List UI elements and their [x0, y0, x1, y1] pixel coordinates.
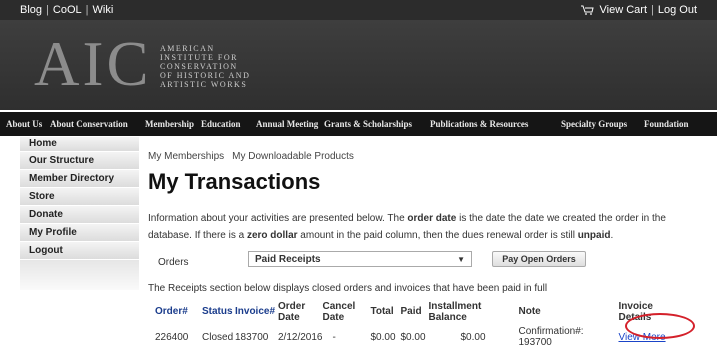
- orders-select-value: Paid Receipts: [255, 254, 321, 265]
- cell-order-number: 226400: [155, 331, 189, 343]
- cell-total: $0.00: [370, 331, 396, 343]
- col-order-date: Order Date: [278, 300, 306, 323]
- highlight-ellipse: [625, 313, 695, 339]
- col-status[interactable]: Status: [202, 297, 235, 326]
- nav-annual-meeting[interactable]: Annual Meeting: [256, 119, 318, 129]
- sidebar-item-my-profile[interactable]: My Profile: [20, 224, 139, 242]
- tab-my-memberships[interactable]: My Memberships: [148, 151, 224, 162]
- utility-links: Blog | CoOL | Wiki: [20, 4, 113, 16]
- table-header-row: Order# Status Invoice# Order Date Cancel…: [148, 297, 674, 326]
- header-banner: AIC AMERICAN INSTITUTE FOR CONSERVATION …: [0, 20, 717, 110]
- cell-cancel-date: -: [332, 331, 336, 343]
- cell-order-date: 2/12/2016: [278, 331, 323, 343]
- col-installment-balance: Installment Balance: [428, 300, 482, 323]
- nav-about-conservation[interactable]: About Conservation: [50, 119, 128, 129]
- sidebar: Home Our Structure Member Directory Stor…: [20, 137, 139, 290]
- logout-link[interactable]: Log Out: [658, 4, 697, 16]
- dropdown-arrow-icon: ▼: [457, 255, 465, 264]
- receipts-note: The Receipts section below displays clos…: [148, 283, 548, 294]
- col-paid: Paid: [400, 306, 422, 317]
- table-row: 226400 Closed 183700 2/12/2016 - $0.00 $…: [148, 326, 674, 348]
- subnav-tabs: My Memberships My Downloadable Products: [148, 151, 354, 162]
- sidebar-item-donate[interactable]: Donate: [20, 206, 139, 224]
- sidebar-footer: [20, 260, 139, 290]
- blog-link[interactable]: Blog: [20, 4, 42, 16]
- orders-select[interactable]: Paid Receipts ▼: [248, 251, 472, 267]
- cell-installment-balance: $0.00: [460, 331, 486, 343]
- col-order-number[interactable]: Order#: [148, 297, 202, 326]
- account-links: View Cart | Log Out: [580, 4, 697, 16]
- nav-about-us[interactable]: About Us: [6, 119, 42, 129]
- pay-open-orders-button[interactable]: Pay Open Orders: [492, 251, 586, 267]
- separator: |: [651, 4, 654, 16]
- cell-note: Confirmation#: 193700: [518, 326, 584, 348]
- cool-link[interactable]: CoOL: [53, 4, 82, 16]
- view-cart-link[interactable]: View Cart: [600, 4, 647, 16]
- cell-paid: $0.00: [400, 331, 426, 343]
- aic-logo-text: AMERICAN INSTITUTE FOR CONSERVATION OF H…: [160, 44, 251, 89]
- nav-foundation[interactable]: Foundation: [644, 119, 689, 129]
- col-note: Note: [518, 306, 541, 317]
- sidebar-item-member-directory[interactable]: Member Directory: [20, 170, 139, 188]
- col-total: Total: [370, 306, 394, 317]
- tab-my-downloadable-products[interactable]: My Downloadable Products: [232, 151, 354, 162]
- main-nav: About Us About Conservation Membership E…: [0, 112, 717, 136]
- wiki-link[interactable]: Wiki: [93, 4, 114, 16]
- col-invoice-number[interactable]: Invoice#: [235, 297, 278, 326]
- sidebar-item-store[interactable]: Store: [20, 188, 139, 206]
- intro-text: Information about your activities are pr…: [148, 213, 666, 241]
- separator: |: [46, 4, 49, 16]
- separator: |: [85, 4, 89, 16]
- sidebar-item-our-structure[interactable]: Our Structure: [20, 152, 139, 170]
- nav-membership[interactable]: Membership: [145, 119, 194, 129]
- orders-label: Orders: [158, 257, 189, 268]
- nav-specialty-groups[interactable]: Specialty Groups: [561, 119, 627, 129]
- cell-status: Closed: [202, 331, 234, 343]
- sidebar-item-logout[interactable]: Logout: [20, 242, 139, 260]
- cart-icon[interactable]: [580, 5, 594, 15]
- cell-invoice-number: 183700: [235, 331, 269, 343]
- top-utility-bar: Blog | CoOL | Wiki View Cart | Log Out: [0, 0, 717, 20]
- sidebar-item-home[interactable]: Home: [20, 137, 139, 152]
- nav-publications[interactable]: Publications & Resources: [430, 119, 528, 129]
- nav-education[interactable]: Education: [201, 119, 241, 129]
- receipts-table: Order# Status Invoice# Order Date Cancel…: [148, 297, 674, 348]
- nav-grants[interactable]: Grants & Scholarships: [324, 119, 412, 129]
- aic-logo[interactable]: AIC: [34, 24, 152, 104]
- page-title: My Transactions: [148, 169, 321, 194]
- col-cancel-date: Cancel Date: [322, 300, 356, 323]
